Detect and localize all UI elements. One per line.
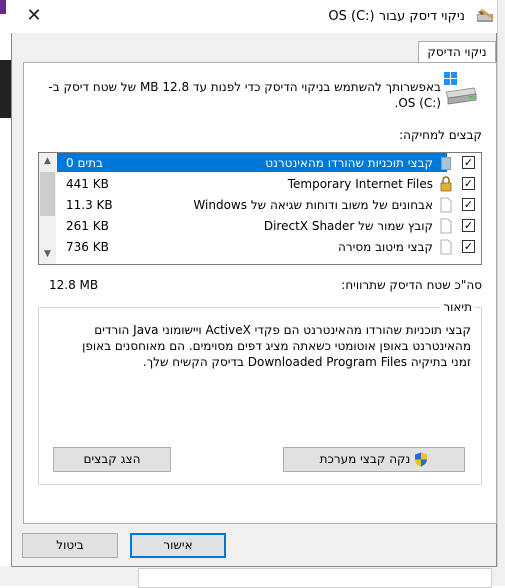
file-size: 736 KB [66,240,109,254]
description-text: קבצי תוכניות שהורדו מהאינטרנט הם פקדי Ac… [82,323,471,369]
file-name: אבחונים של משוב ודוחות שגיאה של Windows [193,198,433,212]
list-item[interactable]: ✓ אבחונים של משוב ודוחות שגיאה של Window… [57,195,481,215]
scrollbar-thumb[interactable] [40,172,55,216]
close-button[interactable]: ✕ [21,3,47,29]
total-space-label: סה"כ שטח הדיסק שתרוויח: [341,278,482,292]
lock-icon [440,176,452,192]
close-icon: ✕ [26,5,42,26]
checkbox[interactable]: ✓ [462,240,475,253]
list-item[interactable]: ✓ קובץ שמור של DirectX Shader 261 KB [57,216,481,236]
description-legend: תיאור [440,300,475,314]
file-size: 0 בתים [66,156,103,170]
file-size: 441 KB [66,177,109,191]
file-icon [440,218,452,234]
file-name: Temporary Internet Files [287,177,433,191]
list-item[interactable]: ✓ Temporary Internet Files 441 KB [57,174,481,194]
file-size: 261 KB [66,219,109,233]
file-icon [440,197,452,213]
drive-icon [444,72,477,105]
scroll-up-icon[interactable]: ▲ [39,153,56,170]
ok-button[interactable]: אישור [130,533,226,558]
list-item[interactable]: ✓ קבצי תוכניות שהורדו מהאינטרנט 0 בתים [57,153,481,173]
window-title: ניקוי דיסק עבור OS (C:) [328,9,465,24]
shield-icon [415,452,428,467]
checkbox[interactable]: ✓ [462,177,475,190]
file-name: קובץ שמור של DirectX Shader [263,219,433,233]
files-to-delete-label: קבצים למחיקה: [399,128,482,142]
file-name: קבצי תוכניות שהורדו מהאינטרנט [265,156,433,170]
view-files-button[interactable]: הצג קבצים [53,447,171,472]
background-window [497,0,505,586]
folder-icon [441,157,451,170]
background-fragment [0,0,6,14]
background-field [138,568,492,588]
tab-disk-cleanup[interactable]: ניקוי הדיסק [418,41,496,63]
file-icon [440,239,452,255]
file-size: 11.3 KB [66,198,113,212]
scroll-down-icon[interactable]: ▼ [39,246,56,263]
intro-text: באפשרותך להשתמש בניקוי הדיסק כדי לפנות ע… [48,80,441,110]
checkbox[interactable]: ✓ [462,198,475,211]
disk-cleanup-icon [477,9,494,22]
cancel-button[interactable]: ביטול [22,533,118,558]
checkbox[interactable]: ✓ [462,156,475,169]
clean-system-files-label: נקה קבצי מערכת [319,452,411,466]
file-name: קבצי מיטוב מסירה [338,240,433,254]
list-item[interactable]: ✓ קבצי מיטוב מסירה 736 KB [57,237,481,257]
checkbox[interactable]: ✓ [462,219,475,232]
clean-system-files-button[interactable]: נקה קבצי מערכת [283,447,465,472]
total-space-value: 12.8 MB [49,278,99,292]
